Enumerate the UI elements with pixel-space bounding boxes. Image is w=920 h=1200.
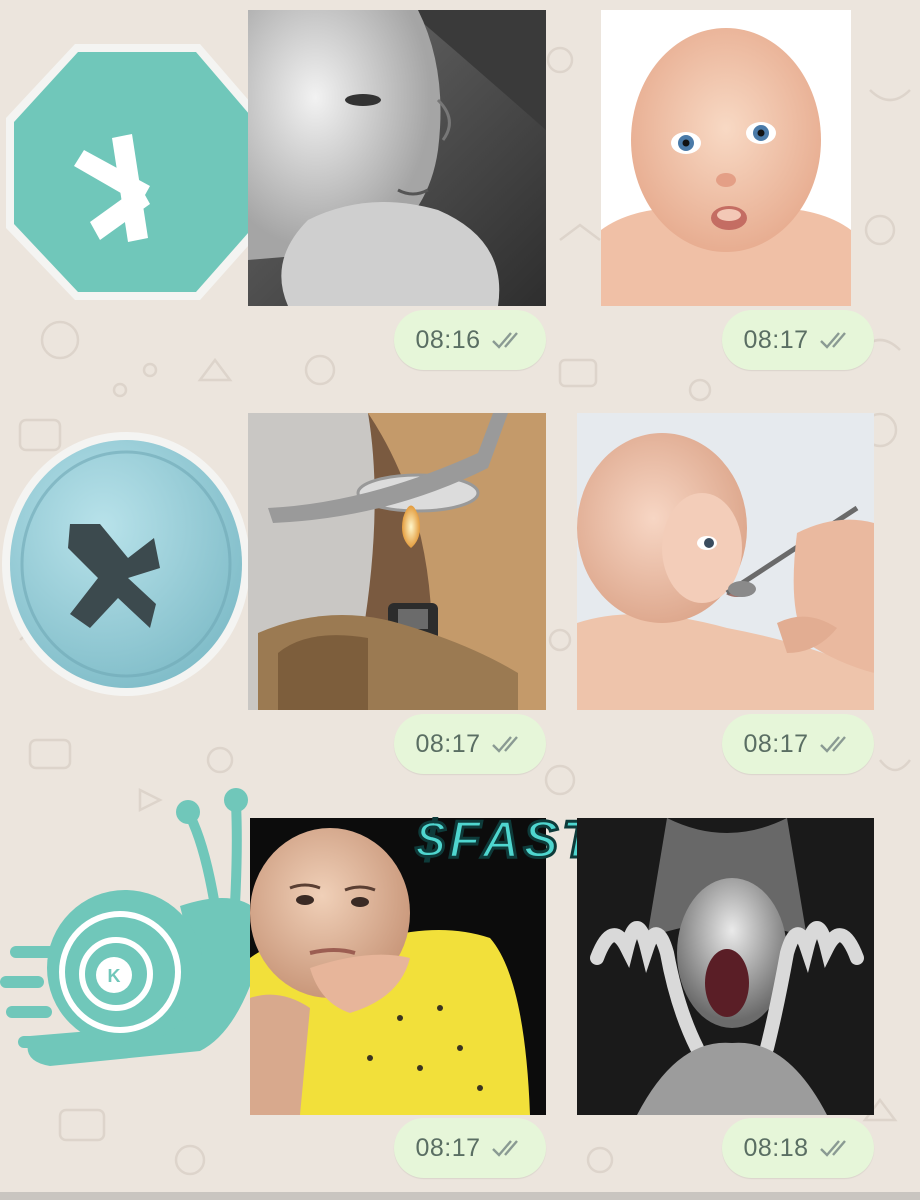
double-check-icon (491, 332, 518, 349)
message-time: 08:17 (415, 729, 481, 758)
message-time: 08:17 (415, 1133, 481, 1162)
message-time: 08:17 (743, 325, 809, 354)
baby-thinking-bw-image (248, 10, 546, 306)
screaming-baby-negative-photo[interactable] (577, 818, 874, 1115)
double-check-icon (491, 1140, 518, 1157)
message-time: 08:17 (743, 729, 809, 758)
fast-caption-text: $FAST (415, 811, 598, 869)
timestamp-bubble: 08:16 (394, 310, 546, 370)
baby-surprised-image (601, 10, 851, 306)
timestamp-bubble: 08:17 (394, 1118, 546, 1178)
kaspa-pill-icon[interactable] (0, 428, 256, 698)
message-time: 08:18 (743, 1133, 809, 1162)
baby-spoon-feeding-image (577, 413, 874, 710)
message-time: 08:16 (415, 325, 481, 354)
timestamp-bubble: 08:18 (722, 1118, 874, 1178)
timestamp-bubble: 08:17 (722, 714, 874, 774)
double-check-icon (819, 332, 846, 349)
screaming-baby-negative-image (577, 818, 874, 1115)
double-check-icon (819, 736, 846, 753)
timestamp-bubble: 08:17 (394, 714, 546, 774)
kaspa-snail-icon[interactable]: K (0, 786, 290, 1086)
baby-spoon-feeding-photo[interactable] (577, 413, 874, 710)
double-check-icon (491, 736, 518, 753)
kaspa-logo-hexagon-icon[interactable] (0, 38, 270, 306)
spoon-lighter-photo[interactable] (248, 413, 546, 710)
timestamp-bubble: 08:17 (722, 310, 874, 370)
bottom-edge (0, 1192, 920, 1200)
baby-surprised-photo[interactable] (601, 10, 851, 306)
baby-thinking-bw-photo[interactable] (248, 10, 546, 306)
spoon-lighter-image (248, 413, 546, 710)
double-check-icon (819, 1140, 846, 1157)
svg-text:K: K (108, 966, 121, 986)
